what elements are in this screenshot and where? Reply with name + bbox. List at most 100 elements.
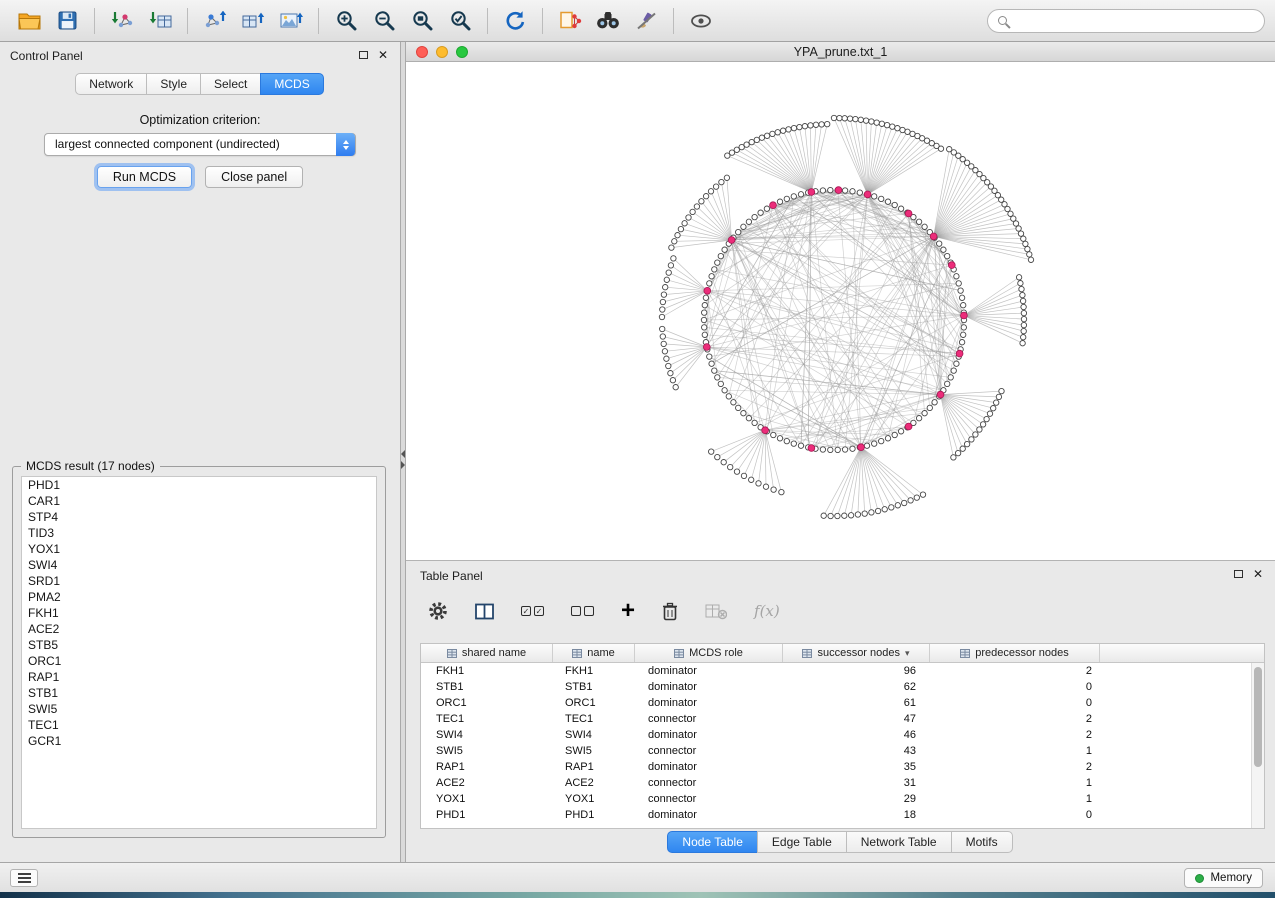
ring-node[interactable] [764,206,769,211]
cell-name[interactable]: ACE2 [553,775,635,791]
table-row[interactable]: YOX1YOX1connector291 [421,791,1264,807]
cell-successor-nodes[interactable]: 43 [783,743,930,759]
leaf-node[interactable] [882,507,887,512]
ring-node[interactable] [961,325,966,330]
zoom-in-button[interactable] [327,5,365,37]
leaf-node[interactable] [862,511,867,516]
cell-mcds-role[interactable]: connector [635,775,783,791]
leaf-node[interactable] [709,449,714,454]
hub-node[interactable] [808,189,815,196]
leaf-node[interactable] [1021,316,1026,321]
cell-name[interactable]: ORC1 [553,695,635,711]
ring-node[interactable] [828,187,833,192]
cell-predecessor-nodes[interactable]: 1 [930,791,1100,807]
leaf-node[interactable] [1013,221,1018,226]
ring-node[interactable] [898,206,903,211]
table-row[interactable]: ORC1ORC1dominator610 [421,695,1264,711]
leaf-node[interactable] [842,116,847,121]
leaf-node[interactable] [659,314,664,319]
leaf-node[interactable] [869,119,874,124]
leaf-node[interactable] [713,184,718,189]
ring-node[interactable] [791,441,796,446]
tab-node-table[interactable]: Node Table [667,831,758,853]
run-mcds-button[interactable]: Run MCDS [97,166,192,188]
leaf-node[interactable] [908,498,913,503]
ring-node[interactable] [731,400,736,405]
leaf-node[interactable] [987,411,992,416]
cell-predecessor-nodes[interactable]: 1 [930,775,1100,791]
hub-node[interactable] [956,350,963,357]
leaf-node[interactable] [955,450,960,455]
ring-node[interactable] [701,317,706,322]
ring-node[interactable] [892,432,897,437]
cell-name[interactable]: YOX1 [553,791,635,807]
ring-node[interactable] [864,443,869,448]
ring-node[interactable] [709,274,714,279]
mcds-result-item[interactable]: STB1 [22,685,376,701]
cell-mcds-role[interactable]: connector [635,711,783,727]
column-header-mcds-role[interactable]: MCDS role [635,644,783,662]
leaf-node[interactable] [902,500,907,505]
tab-network-table[interactable]: Network Table [846,831,952,853]
tab-select[interactable]: Select [200,73,261,95]
ring-node[interactable] [736,405,741,410]
table-row[interactable]: SWI5SWI5connector431 [421,743,1264,759]
leaf-node[interactable] [984,416,989,421]
leaf-node[interactable] [1021,328,1026,333]
function-builder-button[interactable]: f(x) [754,602,780,620]
leaf-node[interactable] [802,124,807,129]
leaf-node[interactable] [666,270,671,275]
ring-node[interactable] [777,199,782,204]
hub-node[interactable] [728,237,735,244]
leaf-node[interactable] [819,122,824,127]
table-row[interactable]: RAP1RAP1dominator352 [421,759,1264,775]
network-from-selection-button[interactable] [551,5,589,37]
leaf-node[interactable] [920,492,925,497]
ring-node[interactable] [702,303,707,308]
leaf-node[interactable] [699,199,704,204]
leaf-node[interactable] [724,175,729,180]
ring-node[interactable] [835,447,840,452]
import-table-from-file-button[interactable] [141,5,179,37]
leaf-node[interactable] [842,513,847,518]
ring-node[interactable] [872,194,877,199]
leaf-node[interactable] [837,115,842,120]
leaf-node[interactable] [951,455,956,460]
leaf-node[interactable] [664,356,669,361]
search-field[interactable] [987,9,1265,33]
ring-node[interactable] [715,375,720,380]
leaf-node[interactable] [660,307,665,312]
ring-node[interactable] [941,247,946,252]
ring-node[interactable] [784,196,789,201]
ring-node[interactable] [722,388,727,393]
leaf-node[interactable] [759,135,764,140]
mcds-result-item[interactable]: PMA2 [22,589,376,605]
ring-node[interactable] [702,332,707,337]
leaf-node[interactable] [1018,281,1023,286]
mcds-result-item[interactable]: SRD1 [22,573,376,589]
ring-node[interactable] [707,281,712,286]
table-scrollbar[interactable] [1251,663,1264,828]
leaf-node[interactable] [763,484,768,489]
cell-successor-nodes[interactable]: 35 [783,759,930,775]
hub-node[interactable] [835,187,842,194]
leaf-node[interactable] [741,473,746,478]
leaf-node[interactable] [853,116,858,121]
ring-node[interactable] [916,219,921,224]
leaf-node[interactable] [831,115,836,120]
ring-node[interactable] [937,241,942,246]
mcds-result-item[interactable]: PHD1 [22,477,376,493]
ring-node[interactable] [709,361,714,366]
cell-mcds-role[interactable]: connector [635,743,783,759]
leaf-node[interactable] [660,334,665,339]
optimization-criterion-dropdown[interactable]: largest connected component (undirected) [44,133,356,156]
leaf-node[interactable] [770,131,775,136]
cell-name[interactable]: RAP1 [553,759,635,775]
leaf-node[interactable] [721,460,726,465]
hub-node[interactable] [905,423,912,430]
cell-mcds-role[interactable]: dominator [635,663,783,679]
leaf-node[interactable] [914,495,919,500]
ring-node[interactable] [956,281,961,286]
ring-node[interactable] [791,194,796,199]
cell-predecessor-nodes[interactable]: 2 [930,759,1100,775]
